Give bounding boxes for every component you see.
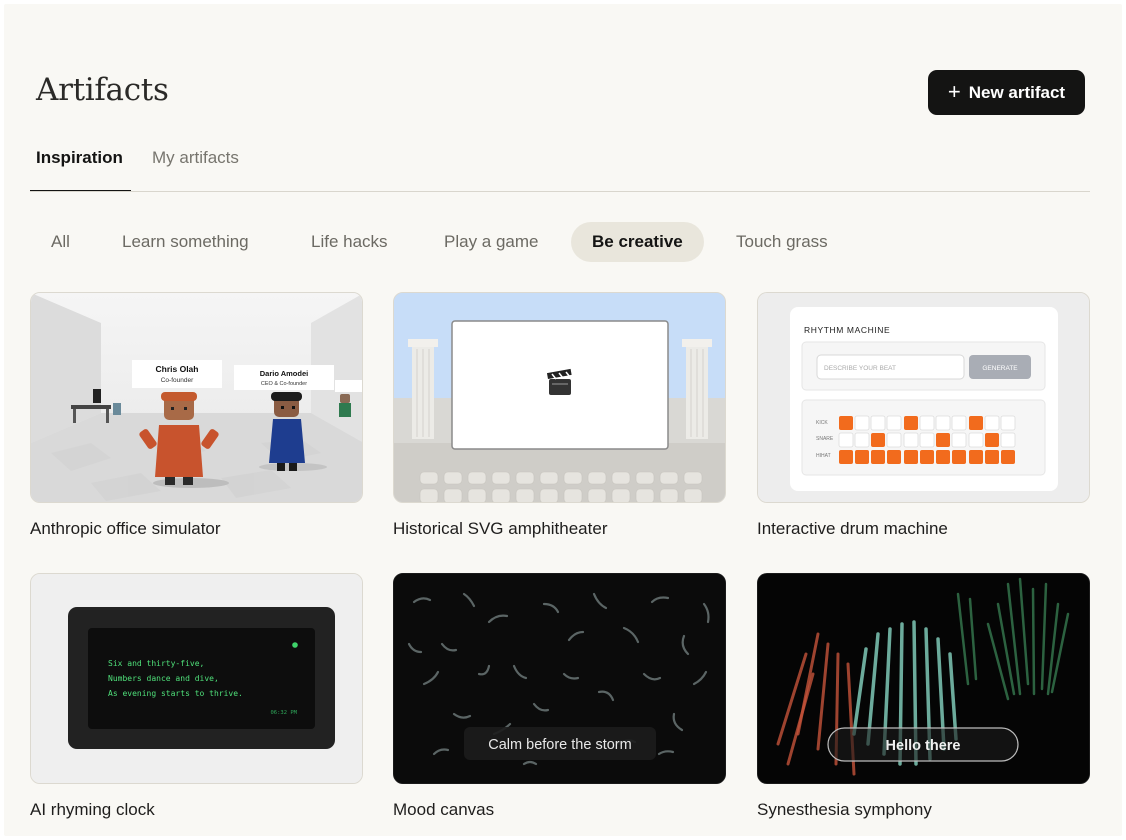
office-simulator-preview: Chris Olah Co-founder Dario Amodei CEO &… [30, 292, 363, 503]
sign-name-1: Chris Olah [156, 364, 199, 374]
sign-name-2: Dario Amodei [260, 369, 308, 378]
amphitheater-preview [393, 292, 726, 503]
sign-role-1: Co-founder [161, 377, 194, 384]
synesthesia-preview: Hello there [757, 573, 1090, 784]
artifact-card-office-simulator[interactable]: Chris Olah Co-founder Dario Amodei CEO &… [30, 292, 363, 539]
mood-caption: Calm before the storm [488, 737, 631, 753]
artifact-card-rhyming-clock[interactable]: Six and thirty-five, Numbers dance and d… [30, 573, 363, 820]
drum-machine-preview: RHYTHM MACHINE DESCRIBE YOUR BEAT GENERA… [757, 292, 1090, 503]
artifacts-page: Artifacts + New artifact Inspiration My … [4, 4, 1122, 836]
row-label-snare: SNARE [816, 436, 834, 442]
chip-life-hacks[interactable]: Life hacks [290, 222, 409, 262]
card-title: Interactive drum machine [757, 519, 948, 538]
rhyming-clock-preview: Six and thirty-five, Numbers dance and d… [30, 573, 363, 784]
drum-heading: RHYTHM MACHINE [804, 325, 890, 335]
card-title: Anthropic office simulator [30, 519, 221, 538]
clock-time: 06:32 PM [271, 710, 298, 716]
page-title: Artifacts [36, 72, 169, 108]
card-title: AI rhyming clock [30, 800, 155, 819]
chip-touch-grass[interactable]: Touch grass [715, 222, 849, 262]
beat-input-placeholder: DESCRIBE YOUR BEAT [824, 365, 896, 372]
new-artifact-button[interactable]: + New artifact [928, 70, 1085, 115]
card-title: Mood canvas [393, 800, 495, 819]
chip-learn-something[interactable]: Learn something [101, 222, 270, 262]
sign-role-2: CEO & Co-founder [261, 381, 307, 387]
chip-all[interactable]: All [30, 222, 91, 262]
artifact-card-synesthesia[interactable]: Hello there Synesthesia symphony [757, 573, 1090, 820]
avatar-small [339, 394, 351, 417]
card-title: Historical SVG amphitheater [393, 519, 608, 538]
artifact-card-amphitheater[interactable]: Historical SVG amphitheater [393, 292, 726, 539]
artifact-card-mood-canvas[interactable]: Calm before the storm Mood canvas [393, 573, 726, 820]
poem-line-2: Numbers dance and dive, [108, 674, 219, 683]
chip-be-creative[interactable]: Be creative [571, 222, 704, 262]
poem-line-1: Six and thirty-five, [108, 659, 204, 668]
row-label-hihat: HIHAT [816, 453, 831, 459]
new-artifact-label: New artifact [968, 82, 1066, 102]
tab-inspiration[interactable]: Inspiration [30, 142, 131, 191]
synesthesia-caption: Hello there [886, 738, 961, 754]
chip-play-a-game[interactable]: Play a game [423, 222, 560, 262]
tab-bar: Inspiration My artifacts [30, 142, 1090, 192]
row-label-kick: KICK [816, 420, 828, 426]
plus-icon: + [947, 78, 961, 104]
mood-canvas-preview: Calm before the storm [393, 573, 726, 784]
tab-my-artifacts[interactable]: My artifacts [146, 142, 245, 191]
poem-line-3: As evening starts to thrive. [108, 689, 243, 698]
artifact-card-drum-machine[interactable]: RHYTHM MACHINE DESCRIBE YOUR BEAT GENERA… [757, 292, 1090, 539]
card-title: Synesthesia symphony [757, 800, 932, 819]
generate-label: GENERATE [982, 365, 1018, 372]
clapperboard-icon [546, 368, 572, 395]
